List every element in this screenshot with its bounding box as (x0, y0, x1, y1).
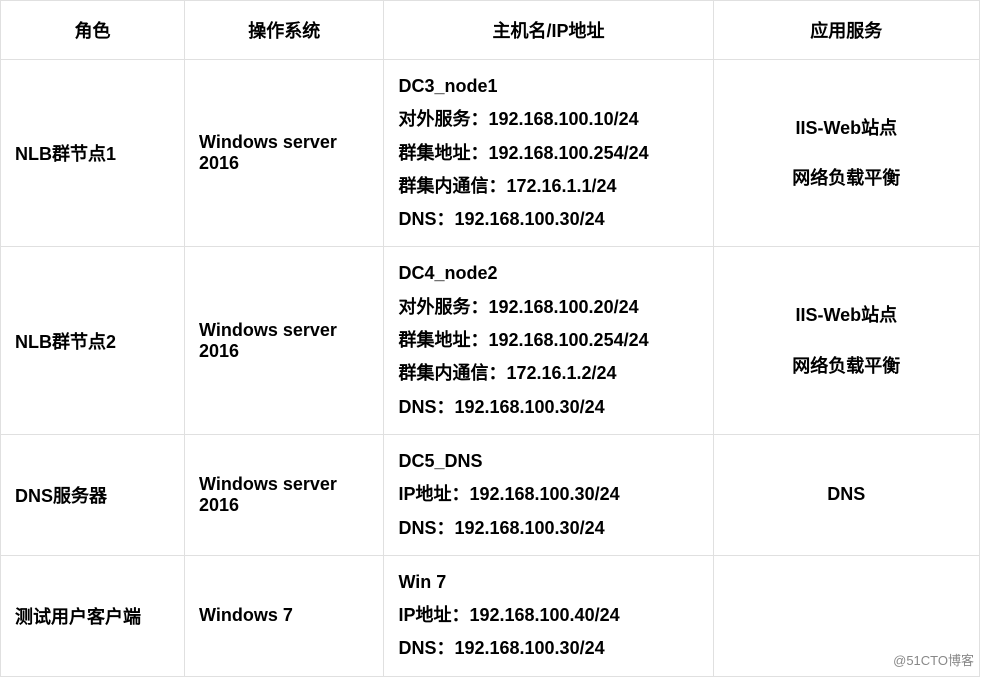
host-line: DC3_node1 (398, 76, 497, 96)
cell-role: NLB群节点2 (1, 247, 185, 434)
host-line: DNS：192.168.100.30/24 (398, 518, 604, 538)
svc-line: IIS-Web站点 (795, 118, 897, 138)
host-line: DC4_node2 (398, 263, 497, 283)
host-line: 群集地址：192.168.100.254/24 (398, 143, 648, 163)
svc-line: DNS (827, 484, 865, 504)
host-line: IP地址：192.168.100.40/24 (398, 605, 619, 625)
cell-svc: IIS-Web站点 网络负载平衡 (713, 247, 979, 434)
header-host: 主机名/IP地址 (384, 1, 713, 60)
cell-host: DC5_DNS IP地址：192.168.100.30/24 DNS：192.1… (384, 434, 713, 555)
host-line: 群集地址：192.168.100.254/24 (398, 330, 648, 350)
cell-host: Win 7 IP地址：192.168.100.40/24 DNS：192.168… (384, 555, 713, 676)
cell-svc: IIS-Web站点 网络负载平衡 (713, 60, 979, 247)
host-line: DNS：192.168.100.30/24 (398, 209, 604, 229)
header-svc: 应用服务 (713, 1, 979, 60)
cell-os: Windows 7 (185, 555, 384, 676)
cell-role: NLB群节点1 (1, 60, 185, 247)
cell-role: 测试用户客户端 (1, 555, 185, 676)
table-row: NLB群节点2 Windows server 2016 DC4_node2 对外… (1, 247, 980, 434)
table-header-row: 角色 操作系统 主机名/IP地址 应用服务 (1, 1, 980, 60)
host-line: Win 7 (398, 572, 446, 592)
table-row: DNS服务器 Windows server 2016 DC5_DNS IP地址：… (1, 434, 980, 555)
cell-host: DC4_node2 对外服务：192.168.100.20/24 群集地址：19… (384, 247, 713, 434)
svc-line: 网络负载平衡 (792, 168, 900, 188)
cell-os: Windows server 2016 (185, 434, 384, 555)
host-line: IP地址：192.168.100.30/24 (398, 484, 619, 504)
host-line: DNS：192.168.100.30/24 (398, 397, 604, 417)
cell-role: DNS服务器 (1, 434, 185, 555)
table-row: NLB群节点1 Windows server 2016 DC3_node1 对外… (1, 60, 980, 247)
header-os: 操作系统 (185, 1, 384, 60)
cell-os: Windows server 2016 (185, 60, 384, 247)
cell-svc: DNS (713, 434, 979, 555)
svc-line: 网络负载平衡 (792, 356, 900, 376)
host-line: 对外服务：192.168.100.20/24 (398, 297, 638, 317)
cell-os: Windows server 2016 (185, 247, 384, 434)
header-role: 角色 (1, 1, 185, 60)
cell-host: DC3_node1 对外服务：192.168.100.10/24 群集地址：19… (384, 60, 713, 247)
config-table: 角色 操作系统 主机名/IP地址 应用服务 NLB群节点1 Windows se… (0, 0, 980, 677)
host-line: DC5_DNS (398, 451, 482, 471)
host-line: DNS：192.168.100.30/24 (398, 638, 604, 658)
host-line: 群集内通信：172.16.1.1/24 (398, 176, 616, 196)
svc-line: IIS-Web站点 (795, 305, 897, 325)
host-line: 群集内通信：172.16.1.2/24 (398, 363, 616, 383)
host-line: 对外服务：192.168.100.10/24 (398, 109, 638, 129)
table-row: 测试用户客户端 Windows 7 Win 7 IP地址：192.168.100… (1, 555, 980, 676)
